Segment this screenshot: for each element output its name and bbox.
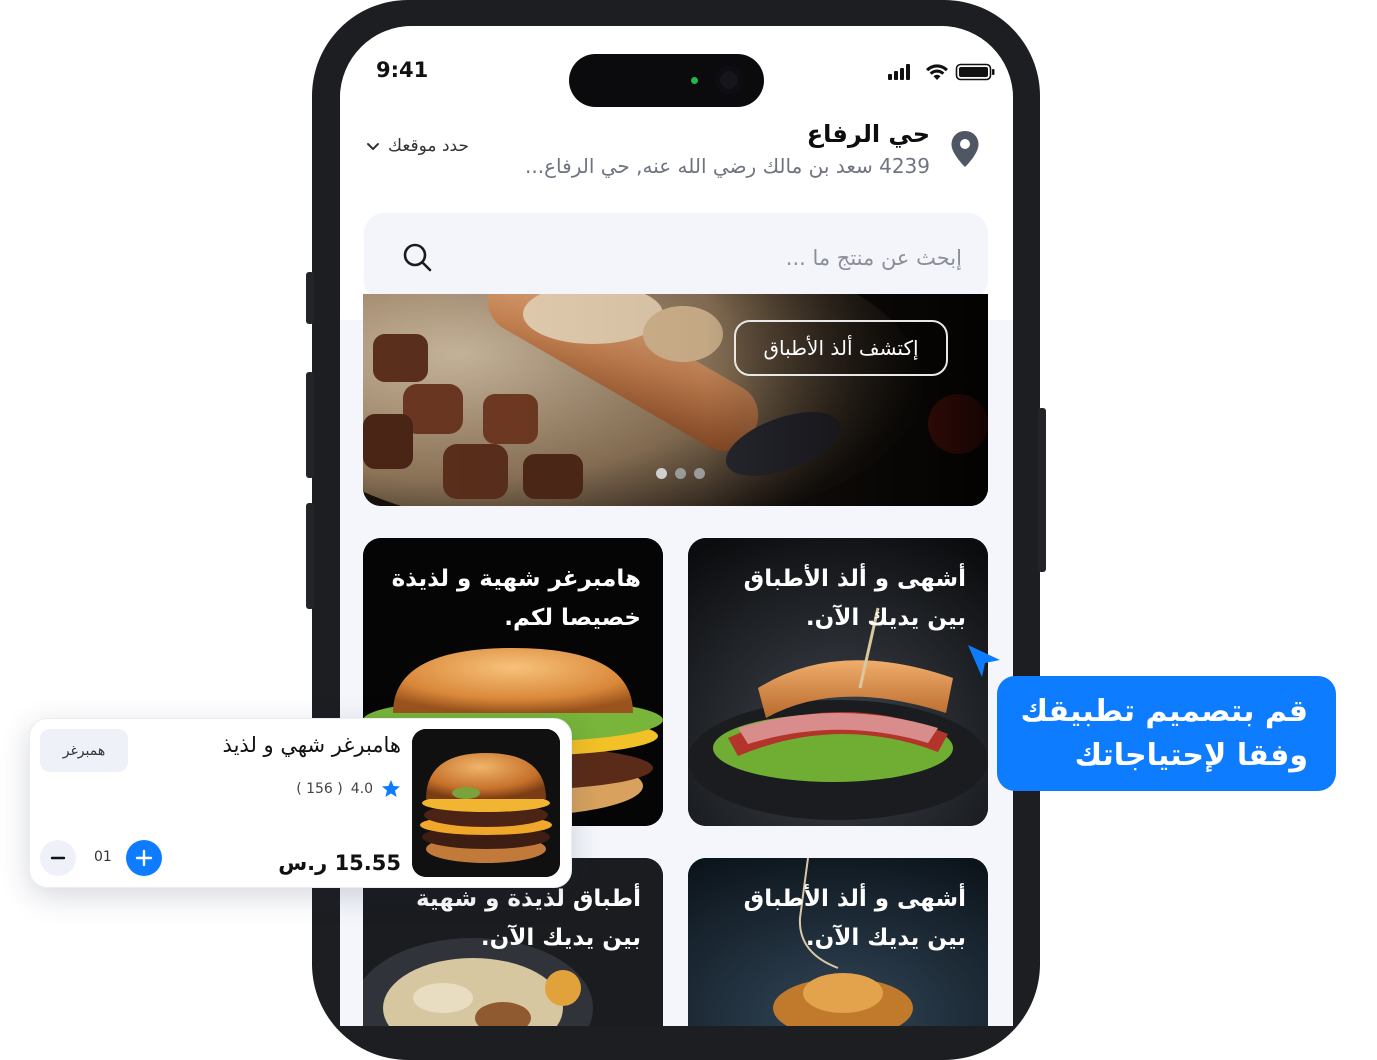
chevron-down-icon — [367, 143, 379, 150]
tooltip-line-2: وفقا لإحتياجاتك — [1074, 738, 1308, 773]
tooltip-line-1: قم بتصميم تطبيقك — [1020, 694, 1308, 729]
food-card-sandwich[interactable]: أشهى و ألذ الأطباق بين يديك الآن. — [688, 538, 988, 826]
plus-icon — [135, 849, 153, 867]
carousel-dot[interactable] — [675, 468, 686, 479]
food-card-dessert[interactable]: أشهى و ألذ الأطباق بين يديك الآن. — [688, 858, 988, 1026]
location-address: 4239 سعد بن مالك رضي الله عنه, حي الرفاع… — [525, 154, 930, 178]
app-header: 9:41 حي الرفاع 4239 سعد بن مالك رضي الله… — [340, 26, 1013, 320]
camera-indicator — [691, 77, 698, 84]
dynamic-island — [569, 54, 764, 107]
card-title: أشهى و ألذ الأطباق بين يديك الآن. — [743, 566, 966, 631]
select-location-button[interactable]: حدد موقعك — [366, 136, 469, 156]
volume-up-button — [306, 372, 314, 478]
burger-photo — [412, 729, 560, 877]
power-button — [1038, 408, 1046, 572]
carousel-dots — [656, 468, 705, 479]
search-input[interactable] — [440, 235, 964, 281]
signal-icon — [888, 64, 910, 80]
cursor-arrow-icon — [968, 645, 1000, 677]
product-category-badge[interactable]: همبرغر — [40, 729, 128, 772]
product-rating: ( 156 ) 4.0 — [296, 779, 401, 799]
carousel-dot[interactable] — [694, 468, 705, 479]
product-reviews: ( 156 ) — [296, 781, 343, 797]
star-icon — [382, 780, 400, 797]
location-pin-icon — [951, 131, 979, 167]
search-bar — [364, 213, 988, 300]
discover-dishes-button[interactable]: إكتشف ألذ الأطباق — [734, 320, 948, 376]
status-time: 9:41 — [376, 58, 429, 82]
card-title: هامبرغر شهية و لذيذة خصيصا لكم. — [391, 566, 641, 631]
front-camera — [715, 66, 743, 94]
hero-banner[interactable]: إكتشف ألذ الأطباق — [363, 294, 988, 506]
quantity-decrease-button[interactable] — [40, 840, 76, 876]
volume-down-button — [306, 503, 314, 609]
feature-tooltip: قم بتصميم تطبيقك وفقا لإحتياجاتك — [997, 676, 1336, 791]
carousel-dot[interactable] — [656, 468, 667, 479]
battery-icon — [955, 63, 995, 81]
quantity-value: 01 — [94, 849, 112, 865]
minus-icon — [50, 856, 66, 860]
wifi-icon — [926, 64, 948, 80]
product-price: 15.55 ر.س — [278, 851, 401, 875]
product-card[interactable]: هامبرغر شهي و لذيذ ( 156 ) 4.0 15.55 ر.س… — [29, 718, 572, 888]
quantity-increase-button[interactable] — [126, 840, 162, 876]
status-icons — [888, 63, 995, 81]
location-title: حي الرفاع — [806, 120, 930, 148]
select-location-label: حدد موقعك — [388, 136, 469, 156]
product-rating-value: 4.0 — [350, 781, 373, 797]
search-icon[interactable] — [402, 242, 432, 272]
mute-switch — [306, 272, 314, 324]
card-title: أشهى و ألذ الأطباق بين يديك الآن. — [743, 886, 966, 951]
card-title: أطباق لذيذة و شهية بين يديك الآن. — [415, 886, 641, 951]
product-image — [412, 729, 560, 877]
product-name: هامبرغر شهي و لذيذ — [222, 733, 401, 757]
